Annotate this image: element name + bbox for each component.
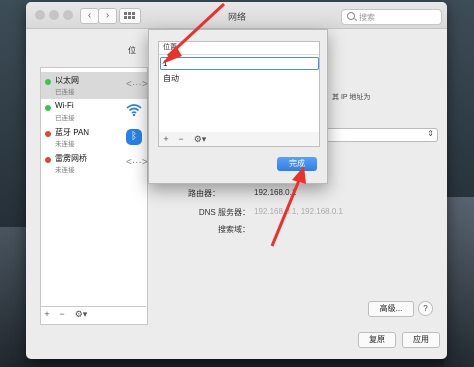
service-name: 雷雳网桥 xyxy=(55,154,87,163)
remove-service-button[interactable]: − xyxy=(55,307,69,321)
search-placeholder: 搜索 xyxy=(359,13,375,22)
add-location-button[interactable]: + xyxy=(159,132,173,146)
location-row-auto[interactable]: 自动 xyxy=(163,73,179,84)
wifi-icon xyxy=(126,103,142,119)
service-item-thunderbolt-bridge[interactable]: 雷雳网桥 未连接 <···> xyxy=(41,150,148,177)
status-dot xyxy=(45,105,51,111)
service-action-menu-button[interactable]: ⚙▾ xyxy=(70,307,92,321)
service-item-ethernet[interactable]: 以太网 已连接 <···> xyxy=(41,72,148,99)
close-window-button[interactable] xyxy=(35,10,45,20)
revert-button[interactable]: 复原 xyxy=(358,332,396,348)
advanced-button[interactable]: 高级... xyxy=(368,301,414,317)
location-label: 位 xyxy=(128,46,136,55)
service-status: 已连接 xyxy=(55,89,75,96)
minimize-window-button[interactable] xyxy=(49,10,59,20)
add-service-button[interactable]: + xyxy=(40,307,54,321)
zoom-window-button[interactable] xyxy=(63,10,73,20)
service-item-wifi[interactable]: Wi-Fi 已连接 xyxy=(41,98,147,125)
search-icon xyxy=(347,12,355,20)
dns-label: DNS 服务器： xyxy=(198,208,250,217)
title-bar: ‹ › 网络 搜索 xyxy=(26,2,447,29)
locations-toolbar: + − ⚙▾ xyxy=(158,132,320,147)
annotation-arrow-bottom xyxy=(270,166,306,247)
back-button[interactable]: ‹ xyxy=(80,8,99,24)
ethernet-icon: <···> xyxy=(126,79,148,90)
window-title: 网络 xyxy=(228,12,247,22)
status-dot xyxy=(45,131,51,137)
service-status: 已连接 xyxy=(55,115,75,122)
show-all-button[interactable] xyxy=(119,8,141,24)
service-list-toolbar: + − ⚙▾ xyxy=(40,306,146,323)
help-button[interactable]: ? xyxy=(418,301,433,316)
configure-ipv4-popup[interactable]: ⇕ xyxy=(326,128,438,142)
desktop-rock-right xyxy=(444,197,474,367)
chevron-right-icon: › xyxy=(105,10,110,21)
router-label: 路由器： xyxy=(188,189,220,198)
status-dot xyxy=(45,157,51,163)
service-name: 以太网 xyxy=(55,76,79,85)
remove-location-button[interactable]: − xyxy=(174,132,188,146)
status-dot xyxy=(45,79,51,85)
location-action-menu-button[interactable]: ⚙▾ xyxy=(189,132,211,146)
service-list: 以太网 已连接 <···> Wi-Fi 已连接 蓝牙 PAN 未连接 ᛒ 雷雳网… xyxy=(40,67,148,325)
chevron-left-icon: ‹ xyxy=(87,10,92,21)
annotation-arrow-top xyxy=(162,2,226,64)
bluetooth-icon: ᛒ xyxy=(126,129,142,145)
service-name: 蓝牙 PAN xyxy=(55,128,90,137)
search-field[interactable]: 搜索 xyxy=(341,9,442,25)
popup-arrows-icon: ⇕ xyxy=(427,129,434,138)
search-domain-label: 搜索域： xyxy=(218,225,250,234)
thunderbolt-bridge-icon: <···> xyxy=(126,157,148,168)
service-name: Wi-Fi xyxy=(55,101,74,110)
apply-button[interactable]: 应用 xyxy=(402,332,440,348)
service-status: 未连接 xyxy=(55,141,75,148)
forward-button[interactable]: › xyxy=(98,8,117,24)
service-item-bluetooth-pan[interactable]: 蓝牙 PAN 未连接 ᛒ xyxy=(41,124,147,151)
service-status: 未连接 xyxy=(55,167,75,174)
